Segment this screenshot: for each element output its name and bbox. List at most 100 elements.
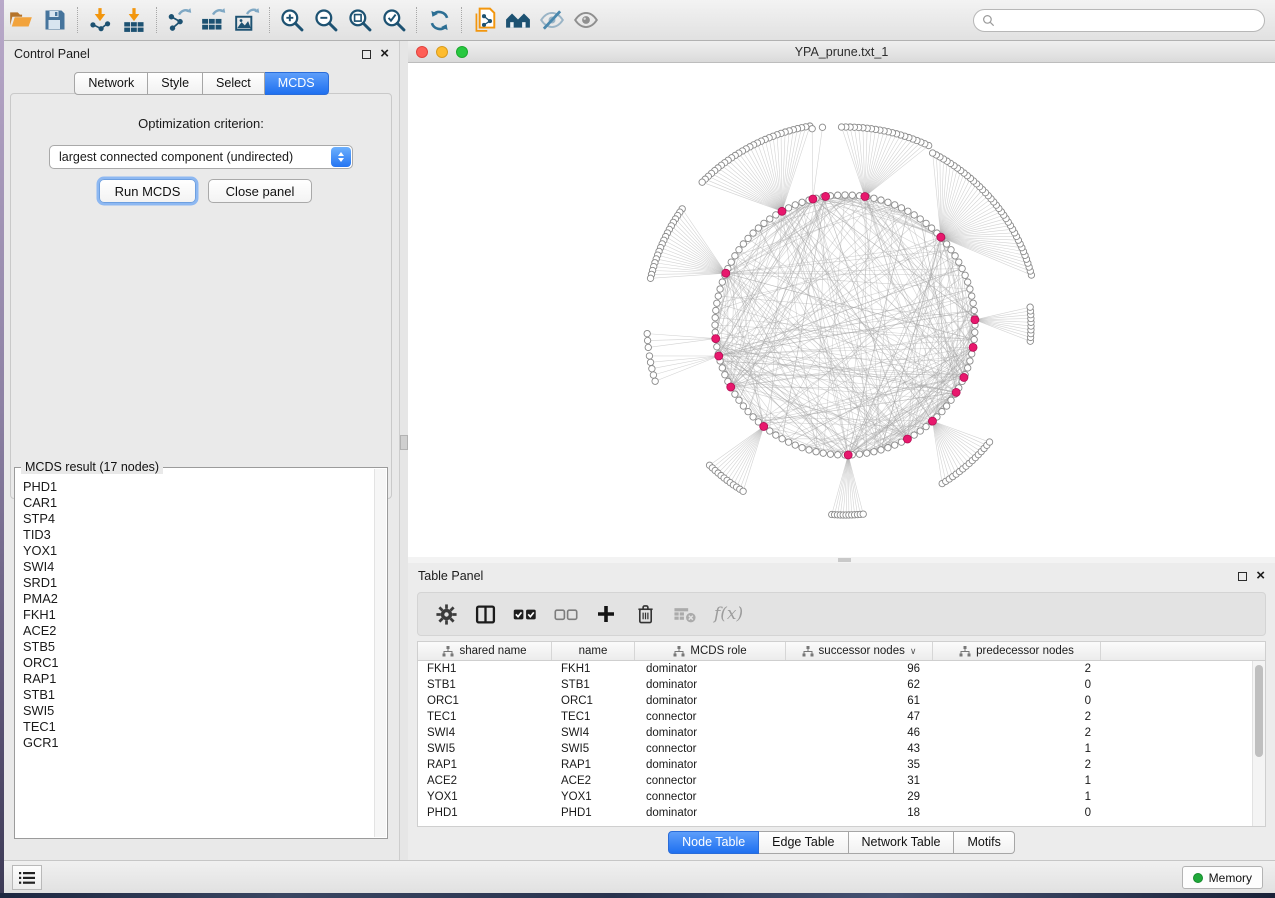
network-hscroll-thumb[interactable]: [838, 558, 851, 562]
network-view-window: YPA_prune.txt_1: [408, 41, 1275, 563]
table-row[interactable]: STB1STB1dominator620: [418, 677, 1252, 693]
table-row[interactable]: SWI4SWI4dominator462: [418, 725, 1252, 741]
mcds-result-list[interactable]: PHD1CAR1STP4TID3YOX1SWI4SRD1PMA2FKH1ACE2…: [16, 476, 374, 837]
task-history-button[interactable]: [12, 865, 42, 890]
open-session-button[interactable]: [4, 4, 38, 36]
gear-button[interactable]: [435, 602, 457, 626]
table-cell: STB1: [418, 679, 552, 691]
sort-descending-icon[interactable]: ∨: [910, 646, 917, 657]
zoom-in-button[interactable]: [275, 4, 309, 36]
run-mcds-button[interactable]: Run MCDS: [99, 179, 196, 203]
mcds-result-item[interactable]: PMA2: [23, 591, 374, 607]
mcds-result-item[interactable]: ORC1: [23, 655, 374, 671]
deselect-all-button[interactable]: [554, 602, 578, 626]
mcds-result-item[interactable]: TID3: [23, 527, 374, 543]
tab-node-table[interactable]: Node Table: [668, 831, 759, 854]
mcds-result-item[interactable]: GCR1: [23, 735, 374, 751]
deselect-all-icon: [554, 607, 578, 622]
mcds-result-item[interactable]: FKH1: [23, 607, 374, 623]
network-window-titlebar: YPA_prune.txt_1: [408, 41, 1275, 63]
tab-style[interactable]: Style: [148, 72, 203, 95]
table-cell: 31: [786, 775, 933, 787]
mcds-result-item[interactable]: PHD1: [23, 479, 374, 495]
mcds-result-item[interactable]: SWI5: [23, 703, 374, 719]
hide-selected-button[interactable]: [535, 4, 569, 36]
table-cell: SWI5: [418, 743, 552, 755]
table-row[interactable]: ORC1ORC1dominator610: [418, 693, 1252, 709]
show-all-button[interactable]: [569, 4, 603, 36]
delete-column-button[interactable]: [634, 602, 656, 626]
clone-network-button[interactable]: [467, 4, 501, 36]
mcds-list-scrollbar[interactable]: [374, 469, 386, 837]
table-row[interactable]: FKH1FKH1dominator962: [418, 661, 1252, 677]
import-table-button[interactable]: [117, 4, 151, 36]
zoom-out-button[interactable]: [309, 4, 343, 36]
table-row[interactable]: PHD1PHD1dominator180: [418, 805, 1252, 821]
split-columns-button[interactable]: [474, 602, 496, 626]
optimization-criterion-select[interactable]: largest connected component (undirected): [49, 145, 353, 169]
close-panel-button[interactable]: Close panel: [208, 179, 312, 203]
column-header-successor-nodes[interactable]: successor nodes ∨: [786, 642, 933, 660]
mcds-result-item[interactable]: RAP1: [23, 671, 374, 687]
add-column-button[interactable]: [595, 602, 617, 626]
mcds-result-item[interactable]: STB5: [23, 639, 374, 655]
main-toolbar: [0, 0, 1275, 41]
first-neighbors-button[interactable]: [501, 4, 535, 36]
tab-network-table[interactable]: Network Table: [849, 831, 955, 854]
delete-table-button[interactable]: [673, 602, 697, 626]
memory-button[interactable]: Memory: [1182, 866, 1263, 889]
clone-network-icon: [471, 7, 497, 33]
table-row[interactable]: ACE2ACE2connector311: [418, 773, 1252, 789]
zoom-fit-button[interactable]: [343, 4, 377, 36]
tab-edge-table[interactable]: Edge Table: [759, 831, 848, 854]
table-vscroll-thumb[interactable]: [1255, 665, 1263, 757]
export-table-button[interactable]: [196, 4, 230, 36]
mcds-result-item[interactable]: CAR1: [23, 495, 374, 511]
float-window-icon[interactable]: [1238, 572, 1247, 581]
table-cell: SWI5: [552, 743, 635, 755]
mcds-result-item[interactable]: TEC1: [23, 719, 374, 735]
import-table-icon: [121, 7, 147, 33]
table-row[interactable]: RAP1RAP1dominator352: [418, 757, 1252, 773]
mcds-result-item[interactable]: ACE2: [23, 623, 374, 639]
tab-mcds[interactable]: MCDS: [265, 72, 329, 95]
search-field[interactable]: [973, 9, 1265, 32]
refresh-button[interactable]: [422, 4, 456, 36]
network-canvas[interactable]: [408, 63, 1275, 557]
table-cell: 46: [786, 727, 933, 739]
table-cell: 0: [933, 807, 1101, 819]
mcds-result-item[interactable]: SWI4: [23, 559, 374, 575]
mcds-result-item[interactable]: SRD1: [23, 575, 374, 591]
close-panel-icon[interactable]: ×: [380, 49, 389, 59]
first-neighbors-icon: [505, 7, 531, 33]
splitter-handle-icon[interactable]: [400, 435, 408, 450]
column-header-name[interactable]: name: [552, 642, 635, 660]
float-window-icon[interactable]: [362, 50, 371, 59]
table-row[interactable]: YOX1YOX1connector291: [418, 789, 1252, 805]
column-header-mcds-role[interactable]: MCDS role: [635, 642, 786, 660]
mcds-result-item[interactable]: STB1: [23, 687, 374, 703]
mcds-result-item[interactable]: STP4: [23, 511, 374, 527]
function-builder-button[interactable]: f(x): [714, 602, 743, 626]
node-table: shared name name MCDS role successor nod…: [417, 641, 1266, 827]
mcds-result-item[interactable]: YOX1: [23, 543, 374, 559]
tab-network[interactable]: Network: [74, 72, 148, 95]
tab-select[interactable]: Select: [203, 72, 265, 95]
column-header-shared-name[interactable]: shared name: [418, 642, 552, 660]
column-label: successor nodes: [819, 645, 905, 657]
panel-splitter[interactable]: [400, 41, 408, 860]
close-panel-icon[interactable]: ×: [1256, 571, 1265, 581]
export-network-button[interactable]: [162, 4, 196, 36]
export-image-button[interactable]: [230, 4, 264, 36]
select-all-button[interactable]: [513, 602, 537, 626]
column-header-predecessor-nodes[interactable]: predecessor nodes: [933, 642, 1101, 660]
save-session-button[interactable]: [38, 4, 72, 36]
import-network-button[interactable]: [83, 4, 117, 36]
tab-motifs[interactable]: Motifs: [954, 831, 1014, 854]
table-row[interactable]: SWI5SWI5connector431: [418, 741, 1252, 757]
zoom-in-icon: [279, 7, 305, 33]
table-row[interactable]: TEC1TEC1connector472: [418, 709, 1252, 725]
table-vscrollbar[interactable]: [1252, 661, 1265, 826]
zoom-selected-button[interactable]: [377, 4, 411, 36]
search-input[interactable]: [1000, 13, 1264, 27]
